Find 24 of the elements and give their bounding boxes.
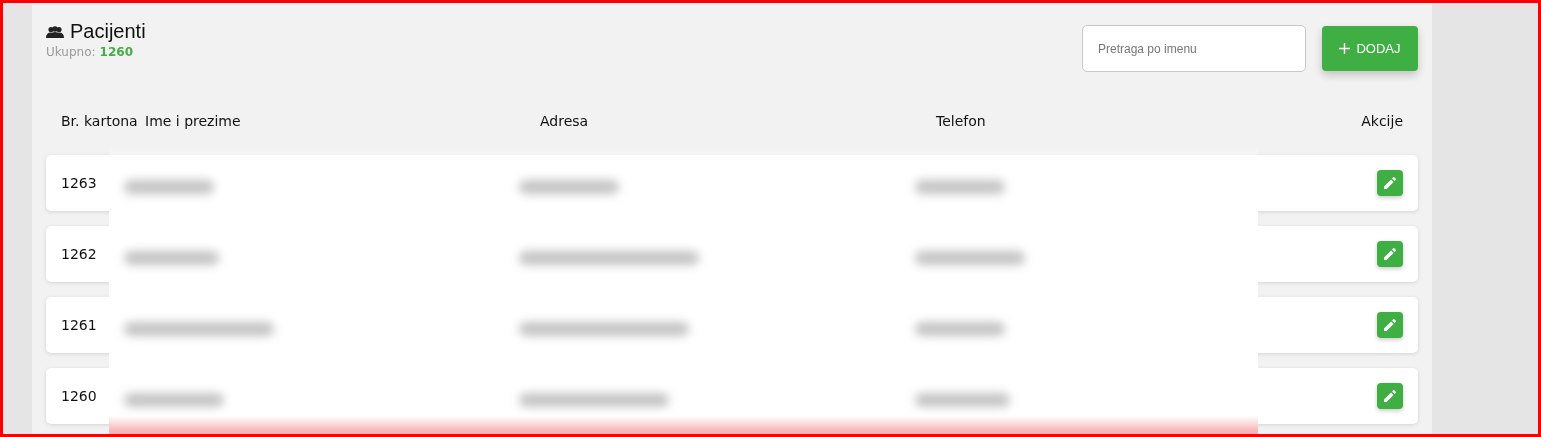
card-number-cell-text: 1261 <box>61 317 98 333</box>
edit-button[interactable] <box>1377 383 1403 409</box>
plus-icon <box>1339 43 1351 54</box>
column-header: Akcije <box>1360 111 1403 131</box>
total-label: Ukupno: <box>46 45 96 59</box>
users-icon <box>46 25 64 38</box>
column-header: Ime i prezime <box>145 111 242 131</box>
column-header: Telefon <box>936 111 987 131</box>
card-number-cell-text: 1262 <box>61 246 98 262</box>
pencil-icon <box>1384 177 1396 189</box>
column-header: Adresa <box>540 111 590 131</box>
card-number-cell-text: 1263 <box>61 175 98 191</box>
search-field[interactable]: Pretraga po imenu <box>1082 25 1306 72</box>
pencil-icon <box>1384 248 1396 260</box>
card-number-cell-text: 1260 <box>61 388 98 404</box>
page-title: Pacijenti <box>70 20 146 43</box>
edit-button[interactable] <box>1377 312 1403 338</box>
pencil-icon <box>1384 319 1396 331</box>
edit-button[interactable] <box>1377 170 1403 196</box>
total-count: 1260 <box>99 45 133 59</box>
edit-button[interactable] <box>1377 241 1403 267</box>
add-button[interactable]: DODAJ <box>1322 26 1418 71</box>
pencil-icon <box>1384 390 1396 402</box>
column-header: Br. kartona <box>61 111 139 131</box>
